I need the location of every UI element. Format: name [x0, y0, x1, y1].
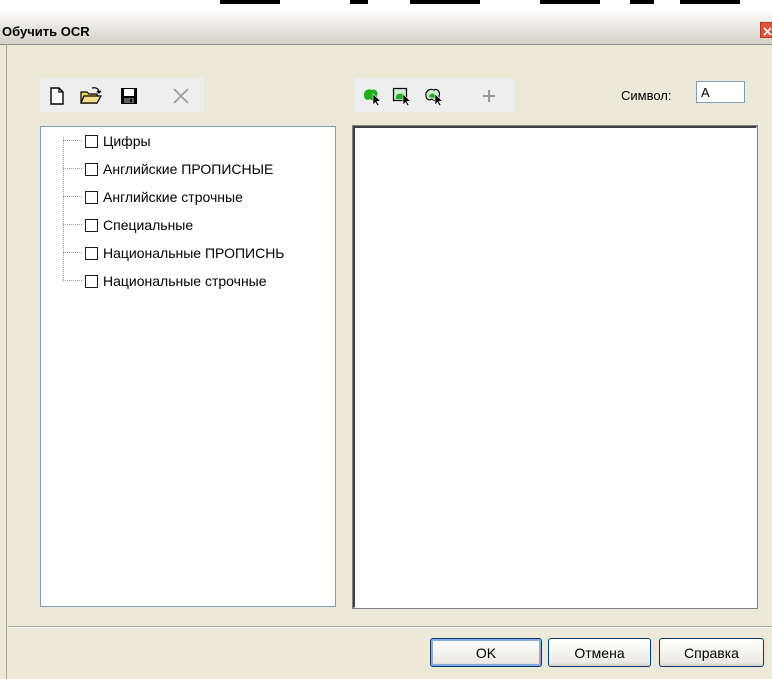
select-frame-button[interactable]: [392, 85, 414, 107]
file-toolbar: [40, 78, 204, 112]
select-green-button[interactable]: [362, 85, 384, 107]
window-title: Обучить OCR: [2, 24, 90, 39]
open-folder-icon: [80, 87, 102, 104]
edit-toolbar: [354, 78, 514, 112]
tree-item-label: Английские строчные: [103, 189, 243, 205]
checkbox[interactable]: [85, 162, 98, 176]
checkbox[interactable]: [85, 274, 98, 288]
delete-icon: [173, 88, 189, 104]
select-frame-icon: [392, 87, 412, 106]
delete-button[interactable]: [170, 85, 192, 107]
save-button[interactable]: [118, 85, 140, 107]
ok-button[interactable]: OK: [430, 638, 542, 667]
tree-item-label: Цифры: [103, 133, 151, 149]
title-bar: Обучить OCR: [0, 0, 772, 44]
tree-item-label: Национальные строчные: [103, 273, 267, 289]
save-icon: [121, 88, 137, 104]
dialog-left-edge: [6, 44, 7, 679]
open-button[interactable]: [80, 85, 102, 107]
add-button[interactable]: [478, 85, 500, 107]
cancel-button[interactable]: Отмена: [548, 638, 651, 667]
character-set-tree[interactable]: Цифры Английские ПРОПИСНЫЕ Английские ст…: [40, 126, 336, 607]
checkbox[interactable]: [85, 246, 98, 260]
tree-connector-lines: [63, 137, 83, 281]
select-green-icon: [363, 89, 382, 106]
tree-item-english-uppercase[interactable]: Английские ПРОПИСНЫЕ: [85, 159, 273, 179]
title-separator: [0, 44, 772, 45]
tree-item-label: Национальные ПРОПИСНЬ: [103, 245, 285, 261]
checkbox[interactable]: [85, 218, 98, 232]
select-shape-icon: [425, 88, 444, 106]
checkbox[interactable]: [85, 190, 98, 204]
new-file-button[interactable]: [46, 85, 68, 107]
symbol-label: Символ:: [621, 88, 672, 103]
tree-item-national-lowercase[interactable]: Национальные строчные: [85, 271, 267, 291]
help-button[interactable]: Справка: [659, 638, 764, 667]
close-icon: [763, 27, 772, 36]
glyph-preview-area[interactable]: [353, 126, 757, 608]
tree-item-english-lowercase[interactable]: Английские строчные: [85, 187, 243, 207]
close-button[interactable]: [760, 22, 772, 38]
add-icon: [483, 90, 495, 102]
symbol-input[interactable]: [696, 81, 745, 103]
bottom-separator-highlight: [8, 627, 772, 628]
tree-item-label: Специальные: [103, 217, 194, 233]
checkbox[interactable]: [85, 134, 98, 148]
tree-item-digits[interactable]: Цифры: [85, 131, 151, 151]
tree-item-national-uppercase[interactable]: Национальные ПРОПИСНЬ: [85, 243, 285, 263]
new-file-icon: [50, 87, 64, 105]
tree-item-label: Английские ПРОПИСНЫЕ: [103, 161, 274, 177]
background-window-fragment: [180, 0, 772, 10]
select-shape-button[interactable]: [424, 85, 446, 107]
tree-item-special[interactable]: Специальные: [85, 215, 193, 235]
